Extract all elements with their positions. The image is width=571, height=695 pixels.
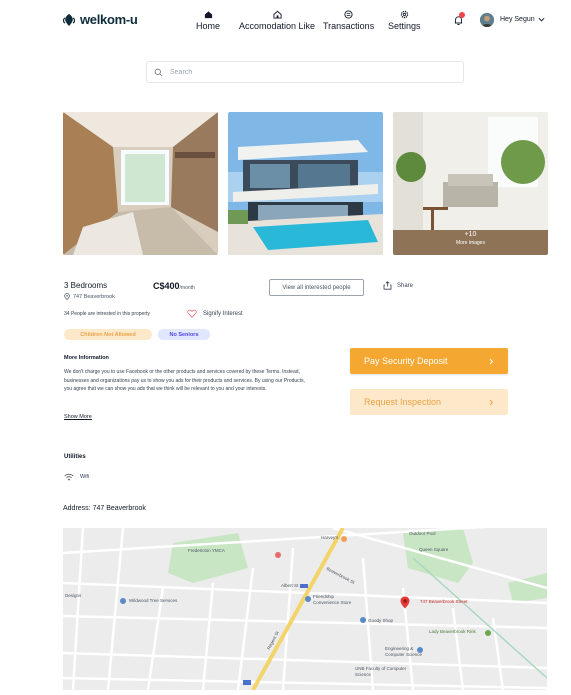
- listing-price-value: C$400: [153, 281, 180, 291]
- map-label-goody-shop: Goody Shop: [368, 618, 394, 623]
- share-button[interactable]: Share: [383, 281, 413, 290]
- heart-icon: [187, 309, 197, 318]
- listing-address: 747 Beaverbrook: [64, 293, 115, 300]
- listing-address-text: 747 Beaverbrook: [73, 293, 115, 300]
- pay-deposit-label: Pay Security Deposit: [364, 356, 448, 366]
- avatar-image: [480, 13, 494, 27]
- show-more-link[interactable]: Show More: [64, 414, 92, 420]
- listing-price-unit: /month: [179, 285, 195, 291]
- utility-wifi: Wifi: [64, 473, 89, 481]
- nav-settings-label: Settings: [388, 21, 421, 31]
- kitchen-image: [63, 112, 218, 255]
- logo-icon: [62, 13, 76, 26]
- address-line: Address: 747 Beaverbrook: [63, 505, 146, 512]
- map-label-albert-st: Albert St: [281, 583, 299, 588]
- nav-accommodation[interactable]: Accomodation Like: [239, 10, 315, 31]
- brand-logo[interactable]: welkom-u: [62, 12, 138, 27]
- nav-transactions-label: Transactions: [323, 21, 375, 31]
- tag-no-seniors: No Seniors: [158, 329, 210, 340]
- map-marker-icon[interactable]: [400, 596, 410, 609]
- interested-count: 34 People are intrested in this property: [64, 311, 150, 317]
- nav-home-label: Home: [196, 21, 221, 31]
- user-greeting[interactable]: Hey Segun: [500, 16, 535, 23]
- share-label: Share: [397, 282, 414, 289]
- listing-bedrooms: 3 Bedrooms: [64, 281, 108, 290]
- gear-icon: [400, 10, 408, 19]
- signify-label: Signify Interest: [203, 310, 243, 317]
- map-label-outdoor-pool: Outdoor Pool: [409, 531, 436, 536]
- map-label-lady-rink: Lady Beaverbrook Rink: [429, 629, 476, 634]
- more-images-count: +10: [464, 230, 477, 238]
- map-graphic: [63, 528, 547, 690]
- house-exterior-image: [228, 112, 383, 255]
- more-info-text: We don't charge you to use Facebook or t…: [64, 369, 305, 392]
- more-images-label: More images: [456, 239, 485, 246]
- listing-price: C$400/month: [153, 281, 195, 291]
- nav-settings[interactable]: Settings: [388, 10, 421, 31]
- map-label-queen-square: Queen Square: [419, 547, 449, 552]
- nav-transactions[interactable]: Transactions: [323, 10, 374, 31]
- search-input[interactable]: [168, 67, 452, 77]
- notification-badge: [459, 12, 465, 18]
- wifi-icon: [64, 473, 74, 481]
- nav-home[interactable]: Home: [196, 10, 220, 31]
- chevron-right-icon: [489, 358, 494, 364]
- map-label-unb: UNB Faculty of Computer Science: [355, 666, 407, 677]
- house-icon: [272, 10, 282, 19]
- location-pin-icon: [64, 293, 70, 300]
- photo-house-exterior[interactable]: [228, 112, 383, 255]
- chevron-right-icon: [489, 399, 494, 405]
- search-icon: [154, 68, 163, 76]
- map-label-wildwood: Wildwood Tree Services: [129, 598, 178, 603]
- utilities-heading: Utilities: [64, 454, 86, 460]
- request-inspection-label: Request Inspection: [364, 397, 442, 407]
- tag-children-not-allowed: Children Not Allowed: [64, 329, 152, 340]
- map[interactable]: Outdoor Pool Queen Square Fredericton YM…: [63, 528, 547, 690]
- more-images-overlay[interactable]: +10 More images: [393, 221, 548, 255]
- map-label-engineering: Engineering & Computer Science: [385, 646, 423, 657]
- avatar[interactable]: [480, 13, 494, 27]
- chevron-down-icon[interactable]: [538, 16, 545, 23]
- request-inspection-button[interactable]: Request Inspection: [350, 389, 508, 415]
- home-icon: [204, 11, 212, 19]
- photo-kitchen[interactable]: [63, 112, 218, 255]
- nav-accommodation-label: Accomodation Like: [239, 21, 316, 31]
- map-label-harveys: Harvey's: [321, 535, 339, 540]
- map-label-friendship: Friendship Convenience Store: [313, 594, 352, 605]
- photo-living-room[interactable]: +10 More images: [393, 112, 548, 255]
- map-label-designs: Designs: [65, 593, 82, 598]
- signify-interest-button[interactable]: Signify Interest: [187, 309, 243, 318]
- map-label-marker: 747 Beaverbrook Street: [420, 599, 468, 604]
- pay-security-deposit-button[interactable]: Pay Security Deposit: [350, 348, 508, 374]
- share-icon: [383, 281, 392, 290]
- view-interested-button[interactable]: View all interested people: [269, 279, 364, 296]
- map-label-ymca: Fredericton YMCA: [188, 548, 225, 553]
- search-bar[interactable]: [146, 61, 464, 83]
- utility-wifi-label: Wifi: [80, 474, 90, 480]
- more-info-heading: More Information: [64, 355, 109, 361]
- brand-name: welkom-u: [80, 12, 138, 27]
- transactions-icon: [344, 10, 353, 19]
